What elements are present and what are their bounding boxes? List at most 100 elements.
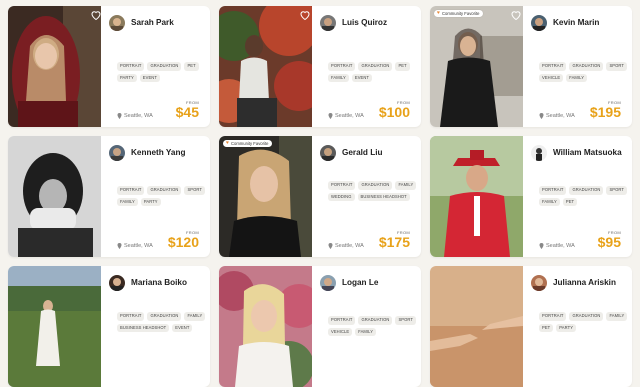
tag: FAMILY — [355, 327, 377, 336]
location-text: Seattle, WA — [124, 243, 153, 249]
photographer-card[interactable]: Sarah Park PORTRAIT GRADUATION PET PARTY… — [8, 6, 210, 127]
tag: GRADUATION — [358, 181, 393, 190]
photographer-name[interactable]: Gerald Liu — [342, 148, 383, 157]
location-text: Seattle, WA — [335, 113, 364, 119]
photographer-card[interactable]: Mariana Boiko PORTRAIT GRADUATION FAMILY… — [8, 266, 210, 387]
tag-list: PORTRAIT GRADUATION PET PARTY EVENT — [117, 62, 210, 82]
tag: GRADUATION — [569, 186, 604, 195]
tag: PORTRAIT — [539, 312, 567, 321]
photographer-card[interactable]: ♥ Community Favorite Gerald Liu PORTRAIT … — [219, 136, 421, 257]
avatar[interactable] — [320, 145, 336, 161]
price-block: FROM $195 — [590, 100, 621, 119]
tag: SPORT — [395, 316, 416, 325]
tag: EVENT — [139, 73, 160, 82]
price: $100 — [378, 104, 410, 120]
tag: EVENT — [351, 73, 373, 82]
avatar[interactable] — [109, 15, 125, 31]
tag: PARTY — [140, 197, 161, 206]
portfolio-photo[interactable]: ♥ Community Favorite — [219, 136, 312, 257]
price-block: FROM $175 — [379, 230, 410, 249]
tag: GRADUATION — [358, 316, 393, 325]
tag-list: PORTRAIT GRADUATION SPORT FAMILY PET — [539, 186, 632, 206]
tag: FAMILY — [606, 312, 628, 321]
tag: PET — [395, 62, 410, 71]
tag-list: PORTRAIT GRADUATION FAMILY BUSINESS HEAD… — [117, 312, 210, 332]
avatar[interactable] — [531, 275, 547, 291]
portfolio-photo[interactable] — [219, 6, 312, 127]
tag: PORTRAIT — [539, 62, 567, 71]
price: $95 — [597, 234, 621, 250]
location: Seattle, WA — [117, 243, 153, 249]
tag: PORTRAIT — [328, 316, 356, 325]
portfolio-photo[interactable] — [219, 266, 312, 387]
photographer-name[interactable]: Kenneth Yang — [131, 148, 185, 157]
tag: PORTRAIT — [117, 186, 145, 195]
tag: SPORT — [184, 186, 205, 195]
portfolio-photo[interactable] — [430, 266, 523, 387]
photographer-card[interactable]: Logan Le PORTRAIT GRADUATION SPORT VEHIC… — [219, 266, 421, 387]
tag: PET — [184, 62, 199, 71]
photographer-name[interactable]: Sarah Park — [131, 18, 174, 27]
heart-outline-icon[interactable] — [510, 9, 522, 21]
avatar[interactable] — [320, 275, 336, 291]
location: Seattle, WA — [117, 113, 153, 119]
location-text: Seattle, WA — [335, 243, 364, 249]
heart-icon: ♥ — [437, 10, 440, 16]
location-pin-icon — [117, 113, 122, 119]
tag: PORTRAIT — [117, 312, 145, 321]
tag-list: PORTRAIT GRADUATION FAMILY WEDDING BUSIN… — [328, 181, 421, 201]
location: Seattle, WA — [539, 113, 575, 119]
photographer-card[interactable]: Julianna Ariskin PORTRAIT GRADUATION FAM… — [430, 266, 632, 387]
tag-list: PORTRAIT GRADUATION SPORT VEHICLE FAMILY — [539, 62, 632, 82]
location-pin-icon — [539, 113, 544, 119]
price: $120 — [167, 234, 199, 250]
heart-outline-icon[interactable] — [299, 9, 311, 21]
portfolio-photo[interactable] — [430, 136, 523, 257]
price-block: FROM $100 — [379, 100, 410, 119]
photographer-name[interactable]: Julianna Ariskin — [553, 278, 616, 287]
photographer-name[interactable]: Luis Quiroz — [342, 18, 387, 27]
tag: FAMILY — [184, 312, 206, 321]
heart-outline-icon[interactable] — [90, 9, 102, 21]
photographer-card[interactable]: Kenneth Yang PORTRAIT GRADUATION SPORT F… — [8, 136, 210, 257]
tag: GRADUATION — [147, 62, 182, 71]
avatar[interactable] — [109, 275, 125, 291]
location-text: Seattle, WA — [124, 113, 153, 119]
avatar[interactable] — [320, 15, 336, 31]
tag: PORTRAIT — [328, 62, 356, 71]
tag: PORTRAIT — [117, 62, 145, 71]
price-block: FROM $45 — [176, 100, 199, 119]
photographer-grid: Sarah Park PORTRAIT GRADUATION PET PARTY… — [0, 0, 640, 387]
avatar[interactable] — [531, 145, 547, 161]
tag: BUSINESS HEADSHOT — [357, 192, 410, 201]
tag: GRADUATION — [147, 186, 182, 195]
heart-icon: ♥ — [226, 140, 229, 146]
tag: VEHICLE — [539, 73, 564, 82]
portfolio-photo[interactable] — [8, 266, 101, 387]
photographer-card[interactable]: ♥ Community Favorite Kevin Marin PORTRAIT… — [430, 6, 632, 127]
photographer-name[interactable]: William Matsuoka — [553, 148, 622, 157]
location-pin-icon — [117, 243, 122, 249]
tag: GRADUATION — [358, 62, 393, 71]
portfolio-photo[interactable] — [8, 136, 101, 257]
tag: PARTY — [117, 73, 137, 82]
avatar[interactable] — [109, 145, 125, 161]
photographer-card[interactable]: William Matsuoka PORTRAIT GRADUATION SPO… — [430, 136, 632, 257]
photographer-name[interactable]: Mariana Boiko — [131, 278, 187, 287]
tag: FAMILY — [566, 73, 588, 82]
photographer-card[interactable]: Luis Quiroz PORTRAIT GRADUATION PET FAMI… — [219, 6, 421, 127]
tag: EVENT — [172, 323, 193, 332]
location-text: Seattle, WA — [546, 243, 575, 249]
photographer-name[interactable]: Kevin Marin — [553, 18, 599, 27]
tag: VEHICLE — [328, 327, 353, 336]
tag-list: PORTRAIT GRADUATION PET FAMILY EVENT — [328, 62, 421, 82]
tag: PORTRAIT — [539, 186, 567, 195]
avatar[interactable] — [531, 15, 547, 31]
portfolio-photo[interactable] — [8, 6, 101, 127]
location-pin-icon — [328, 243, 333, 249]
photographer-name[interactable]: Logan Le — [342, 278, 378, 287]
location: Seattle, WA — [539, 243, 575, 249]
portfolio-photo[interactable]: ♥ Community Favorite — [430, 6, 523, 127]
location-pin-icon — [328, 113, 333, 119]
tag-list: PORTRAIT GRADUATION FAMILY PET PARTY — [539, 312, 632, 332]
